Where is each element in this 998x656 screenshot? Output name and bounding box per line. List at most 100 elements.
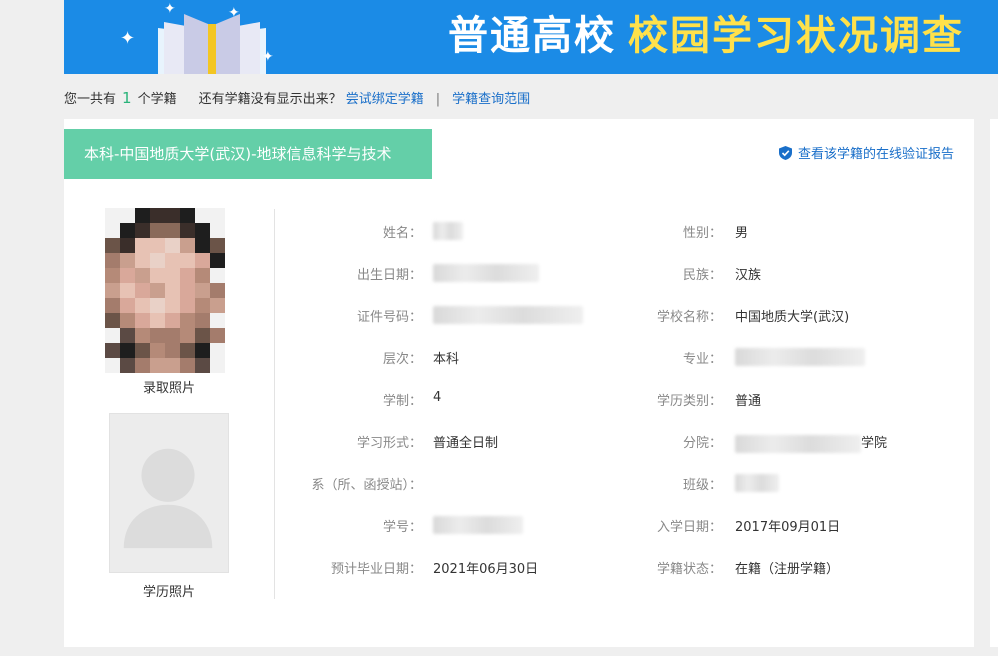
record-card: 本科-中国地质大学(武汉)-地球信息科学与技术 查看该学籍的在线验证报告 录取照… bbox=[64, 119, 974, 647]
photo-mosaic-cell bbox=[120, 343, 135, 358]
photo-mosaic-cell bbox=[165, 343, 180, 358]
photo-mosaic-cell bbox=[150, 283, 165, 298]
photo-mosaic-cell bbox=[210, 283, 225, 298]
photo-mosaic-cell bbox=[150, 328, 165, 343]
enroll-date-value: 2017年09月01日 bbox=[735, 520, 841, 535]
photo-mosaic-cell bbox=[135, 298, 150, 313]
verify-report-label: 查看该学籍的在线验证报告 bbox=[797, 147, 954, 162]
major-value bbox=[735, 348, 865, 366]
graduation-date-value: 2021年06月30日 bbox=[433, 562, 539, 577]
photo-mosaic-cell bbox=[105, 238, 120, 253]
query-scope-link[interactable]: 学籍查询范围 bbox=[452, 92, 530, 107]
photo-mosaic-cell bbox=[165, 283, 180, 298]
name-value bbox=[433, 222, 463, 240]
photo-mosaic-cell bbox=[150, 268, 165, 283]
photo-mosaic-cell bbox=[210, 253, 225, 268]
photo-mosaic-cell bbox=[180, 358, 195, 373]
photo-mosaic-cell bbox=[180, 343, 195, 358]
id-number-label: 证件号码： bbox=[356, 310, 422, 325]
admission-photo bbox=[105, 208, 225, 374]
photo-mosaic-cell bbox=[195, 298, 210, 313]
photo-mosaic-cell bbox=[105, 298, 120, 313]
photo-mosaic-cell bbox=[150, 298, 165, 313]
photo-mosaic-cell bbox=[210, 208, 225, 223]
summary-prefix: 您一共有 bbox=[64, 92, 117, 107]
adjacent-panel-edge bbox=[990, 119, 998, 647]
verify-report-link[interactable]: 查看该学籍的在线验证报告 bbox=[778, 143, 954, 162]
photo-mosaic-cell bbox=[180, 238, 195, 253]
photo-mosaic-cell bbox=[180, 268, 195, 283]
photo-mosaic-cell bbox=[120, 283, 135, 298]
photo-mosaic-cell bbox=[120, 298, 135, 313]
study-form-label: 学习形式： bbox=[356, 436, 422, 451]
photo-mosaic-cell bbox=[135, 328, 150, 343]
student-number-label: 学号： bbox=[382, 520, 422, 535]
photo-mosaic-cell bbox=[195, 253, 210, 268]
photo-mosaic-cell bbox=[150, 343, 165, 358]
department-label: 系（所、函授站）： bbox=[311, 478, 422, 493]
duration-value: 4 bbox=[433, 390, 442, 405]
photo-mosaic-cell bbox=[195, 313, 210, 328]
photo-mosaic-cell bbox=[165, 253, 180, 268]
photo-mosaic-cell bbox=[195, 343, 210, 358]
photo-mosaic-cell bbox=[135, 268, 150, 283]
photo-mosaic-cell bbox=[120, 253, 135, 268]
photo-mosaic-cell bbox=[135, 313, 150, 328]
photo-mosaic-cell bbox=[165, 313, 180, 328]
photo-mosaic-cell bbox=[120, 208, 135, 223]
record-count: 1 bbox=[122, 89, 132, 107]
photo-mosaic-cell bbox=[180, 328, 195, 343]
photo-mosaic-cell bbox=[210, 298, 225, 313]
photo-mosaic-cell bbox=[120, 358, 135, 373]
photo-mosaic-cell bbox=[105, 223, 120, 238]
photo-mosaic-cell bbox=[165, 238, 180, 253]
school-name-label: 学校名称： bbox=[656, 310, 722, 325]
link-separator: | bbox=[435, 92, 441, 107]
header-banner: ✦ ✦ ✦ ✦ 普通高校 校园学习状况调查 bbox=[64, 0, 998, 74]
sparkle-icon: ✦ bbox=[120, 28, 136, 49]
gender-label: 性别： bbox=[682, 226, 722, 241]
photo-mosaic-cell bbox=[120, 223, 135, 238]
gender-value: 男 bbox=[735, 226, 749, 241]
photo-mosaic-cell bbox=[120, 313, 135, 328]
summary-suffix: 个学籍 bbox=[137, 92, 177, 107]
birth-date-value bbox=[433, 264, 539, 282]
diploma-photo-placeholder bbox=[109, 413, 229, 573]
photo-mosaic-cell bbox=[165, 223, 180, 238]
banner-title-yellow: 校园学习状况调查 bbox=[628, 13, 964, 59]
photo-mosaic-cell bbox=[135, 358, 150, 373]
photo-mosaic-cell bbox=[180, 208, 195, 223]
record-status-label: 学籍状态： bbox=[656, 562, 722, 577]
photo-mosaic-cell bbox=[105, 208, 120, 223]
photo-mosaic-cell bbox=[210, 328, 225, 343]
ethnicity-value: 汉族 bbox=[735, 268, 762, 283]
student-number-value bbox=[433, 516, 523, 534]
photo-mosaic-cell bbox=[180, 298, 195, 313]
photo-mosaic-cell bbox=[165, 268, 180, 283]
record-title-tag: 本科-中国地质大学(武汉)-地球信息科学与技术 bbox=[64, 129, 432, 179]
duration-label: 学制： bbox=[382, 394, 422, 409]
photo-mosaic-cell bbox=[105, 343, 120, 358]
diploma-photo-caption: 学历照片 bbox=[142, 585, 195, 600]
major-label: 专业： bbox=[682, 352, 722, 367]
photo-mosaic-cell bbox=[105, 283, 120, 298]
name-label: 姓名： bbox=[382, 226, 422, 241]
photo-mosaic-cell bbox=[150, 238, 165, 253]
photo-mosaic-cell bbox=[180, 313, 195, 328]
open-book-icon bbox=[158, 14, 266, 74]
photo-mosaic-cell bbox=[135, 238, 150, 253]
level-value: 本科 bbox=[433, 352, 460, 367]
avatar-placeholder-icon bbox=[123, 448, 213, 549]
birth-date-label: 出生日期： bbox=[356, 268, 422, 283]
photo-mosaic-cell bbox=[195, 268, 210, 283]
record-status-value: 在籍（注册学籍） bbox=[735, 562, 840, 577]
bind-record-link[interactable]: 尝试绑定学籍 bbox=[346, 92, 424, 107]
photo-mosaic-cell bbox=[165, 328, 180, 343]
photo-mosaic-cell bbox=[105, 253, 120, 268]
photo-mosaic-cell bbox=[120, 328, 135, 343]
photo-mosaic-cell bbox=[135, 343, 150, 358]
branch-label: 分院： bbox=[682, 436, 722, 451]
class-value bbox=[735, 474, 779, 492]
level-label: 层次： bbox=[382, 352, 422, 367]
education-category-value: 普通 bbox=[735, 394, 762, 409]
